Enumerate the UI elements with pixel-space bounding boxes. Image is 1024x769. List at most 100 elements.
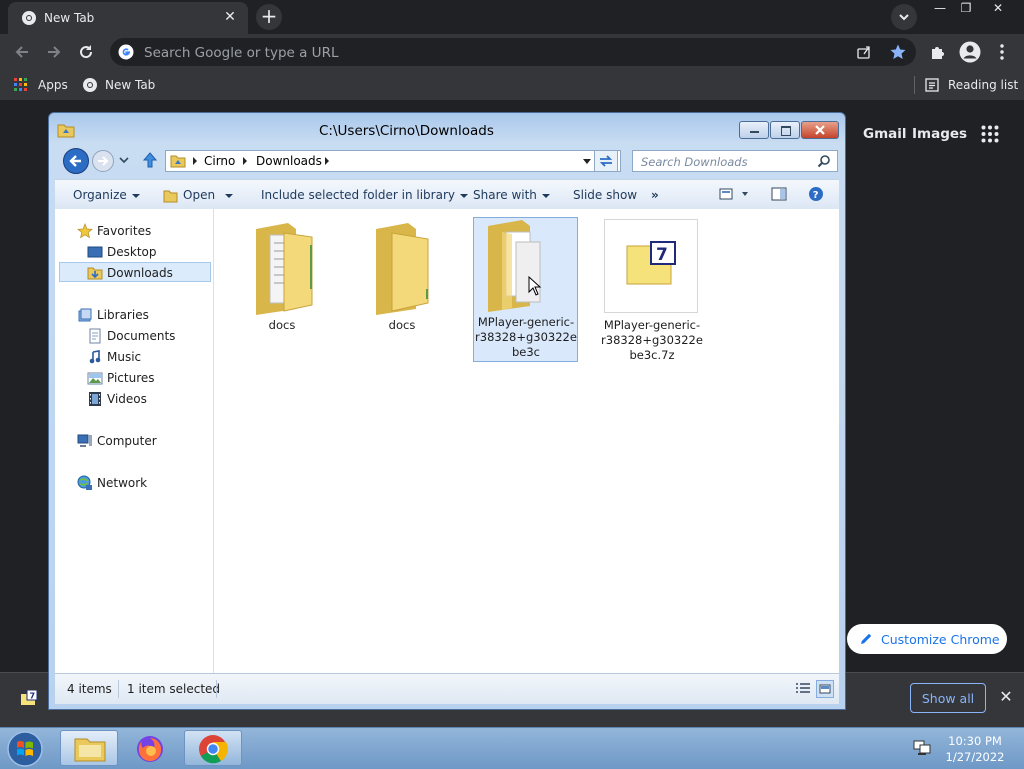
images-link[interactable]: Images bbox=[912, 126, 967, 142]
large-icons-view-icon[interactable] bbox=[816, 680, 834, 698]
organize-menu[interactable]: Organize bbox=[73, 188, 140, 202]
chrome-logo-icon bbox=[82, 77, 98, 93]
gmail-link[interactable]: Gmail bbox=[863, 126, 907, 142]
tab-search-button[interactable] bbox=[891, 4, 917, 30]
up-folder-icon[interactable] bbox=[141, 151, 159, 169]
include-in-library-label: Include selected folder in library bbox=[261, 188, 455, 202]
nav-libraries-label: Libraries bbox=[97, 308, 149, 322]
explorer-minimize-button[interactable] bbox=[739, 121, 769, 139]
google-apps-icon[interactable] bbox=[981, 125, 999, 143]
window-restore-button[interactable]: ❐ bbox=[952, 0, 980, 18]
7z-download-icon[interactable]: 7 bbox=[21, 690, 37, 706]
caret-down-icon bbox=[541, 193, 550, 198]
slide-show-button[interactable]: Slide show bbox=[573, 188, 637, 202]
address-folder-icon bbox=[170, 153, 186, 169]
chrome-tab-favicon-icon bbox=[21, 10, 37, 26]
address-history-chevron-icon[interactable] bbox=[582, 158, 592, 165]
svg-text:?: ? bbox=[813, 190, 819, 201]
file-item-docs-1[interactable]: docs bbox=[230, 215, 334, 361]
file-list: docs docs MPlayer-generic-r38328+g30322e… bbox=[214, 209, 839, 673]
reading-list-label: Reading list bbox=[948, 78, 1019, 92]
item-count: 4 items bbox=[67, 682, 112, 696]
breadcrumb-cirno[interactable]: Cirno bbox=[204, 154, 235, 168]
change-view-icon[interactable] bbox=[719, 187, 749, 201]
taskbar-firefox-button[interactable] bbox=[122, 730, 180, 766]
search-input[interactable] bbox=[639, 153, 813, 171]
address-bar[interactable]: Cirno Downloads bbox=[165, 150, 621, 172]
window-minimize-button[interactable]: — bbox=[926, 0, 954, 18]
file-item-mplayer-folder-label: MPlayer-generic-r38328+g30322ebe3c bbox=[475, 315, 577, 359]
breadcrumb-arrow-icon[interactable] bbox=[192, 157, 198, 165]
music-note-icon bbox=[87, 349, 103, 365]
nav-network-label: Network bbox=[97, 476, 148, 490]
bookmark-apps-label: Apps bbox=[38, 78, 68, 92]
status-divider bbox=[216, 680, 217, 698]
share-with-menu[interactable]: Share with bbox=[473, 188, 550, 202]
mouse-cursor-icon bbox=[528, 276, 542, 296]
taskbar-chrome-button[interactable] bbox=[184, 730, 242, 766]
command-bar: Organize Open Include selected folder in… bbox=[55, 179, 839, 211]
window-close-button[interactable]: ✕ bbox=[984, 0, 1012, 18]
breadcrumb-downloads[interactable]: Downloads bbox=[256, 154, 322, 168]
explorer-window[interactable]: C:\Users\Cirno\Downloads Cirno Downloads bbox=[48, 112, 846, 710]
nav-documents-label: Documents bbox=[107, 329, 176, 343]
back-arrow-icon[interactable] bbox=[12, 42, 32, 62]
file-item-mplayer-7z[interactable]: 7 MPlayer-generic-r38328+g30322ebe3c.7z bbox=[600, 215, 704, 362]
explorer-close-button[interactable] bbox=[801, 121, 839, 139]
explorer-folder-icon bbox=[57, 121, 75, 139]
taskbar-explorer-button[interactable] bbox=[60, 730, 118, 766]
refresh-button[interactable] bbox=[594, 150, 618, 172]
navigation-pane: Favorites Desktop Downloads Libraries Do… bbox=[55, 209, 214, 673]
folder-icon bbox=[368, 219, 440, 315]
share-icon[interactable] bbox=[856, 44, 872, 60]
file-item-docs-2[interactable]: docs bbox=[350, 215, 454, 361]
downloads-bar-close-icon[interactable]: ✕ bbox=[997, 688, 1015, 706]
omnibox[interactable] bbox=[110, 38, 916, 66]
file-item-mplayer-7z-label: MPlayer-generic-r38328+g30322ebe3c.7z bbox=[601, 318, 703, 362]
nav-favorites-label: Favorites bbox=[97, 224, 152, 238]
file-item-mplayer-folder[interactable]: MPlayer-generic-r38328+g30322ebe3c bbox=[473, 217, 578, 362]
status-bar: 4 items 1 item selected bbox=[55, 673, 839, 704]
breadcrumb-arrow-icon[interactable] bbox=[324, 157, 330, 165]
reload-icon[interactable] bbox=[76, 42, 96, 62]
tab-new-tab[interactable]: New Tab ✕ bbox=[8, 2, 248, 34]
forward-arrow-icon[interactable] bbox=[44, 42, 64, 62]
preview-pane-icon[interactable] bbox=[771, 187, 787, 201]
details-view-icon[interactable] bbox=[795, 682, 811, 696]
share-with-label: Share with bbox=[473, 188, 537, 202]
profile-avatar-icon[interactable] bbox=[959, 41, 981, 63]
recent-pages-chevron-icon[interactable] bbox=[119, 156, 129, 164]
explorer-back-button[interactable] bbox=[62, 147, 90, 175]
search-box[interactable] bbox=[632, 150, 838, 172]
breadcrumb-arrow-icon[interactable] bbox=[242, 157, 248, 165]
more-commands-button[interactable]: » bbox=[651, 188, 659, 202]
chrome-menu-icon[interactable] bbox=[996, 43, 1008, 61]
new-tab-button[interactable]: + bbox=[256, 4, 282, 30]
bookmark-star-icon[interactable] bbox=[889, 43, 907, 61]
show-all-downloads-button[interactable]: Show all bbox=[910, 683, 986, 713]
system-clock[interactable]: 10:30 PM 1/27/2022 bbox=[942, 733, 1008, 765]
network-tray-icon[interactable] bbox=[913, 739, 933, 757]
refresh-arrows-icon bbox=[599, 155, 613, 167]
organize-label: Organize bbox=[73, 188, 127, 202]
customize-chrome-label: Customize Chrome bbox=[881, 632, 1000, 647]
open-menu[interactable]: Open bbox=[163, 188, 234, 203]
help-icon[interactable]: ? bbox=[808, 186, 824, 202]
extensions-puzzle-icon[interactable] bbox=[929, 43, 947, 61]
nav-music-label: Music bbox=[107, 350, 142, 364]
start-button[interactable] bbox=[5, 729, 45, 769]
explorer-maximize-button[interactable] bbox=[770, 121, 800, 139]
nav-desktop-label: Desktop bbox=[107, 245, 157, 259]
customize-chrome-button[interactable]: Customize Chrome bbox=[847, 624, 1007, 654]
omnibox-input[interactable] bbox=[142, 43, 846, 63]
include-in-library-menu[interactable]: Include selected folder in library bbox=[261, 188, 468, 202]
desktop-icon bbox=[87, 244, 103, 260]
tab-close-icon[interactable]: ✕ bbox=[222, 9, 238, 25]
folder-with-documents-icon bbox=[248, 219, 320, 315]
7z-archive-icon: 7 bbox=[604, 219, 698, 313]
explorer-title: C:\Users\Cirno\Downloads bbox=[319, 123, 494, 139]
star-icon bbox=[77, 223, 93, 239]
explorer-forward-button[interactable] bbox=[91, 149, 115, 173]
search-icon[interactable] bbox=[817, 154, 831, 168]
bookmark-new-tab-label: New Tab bbox=[105, 78, 156, 92]
